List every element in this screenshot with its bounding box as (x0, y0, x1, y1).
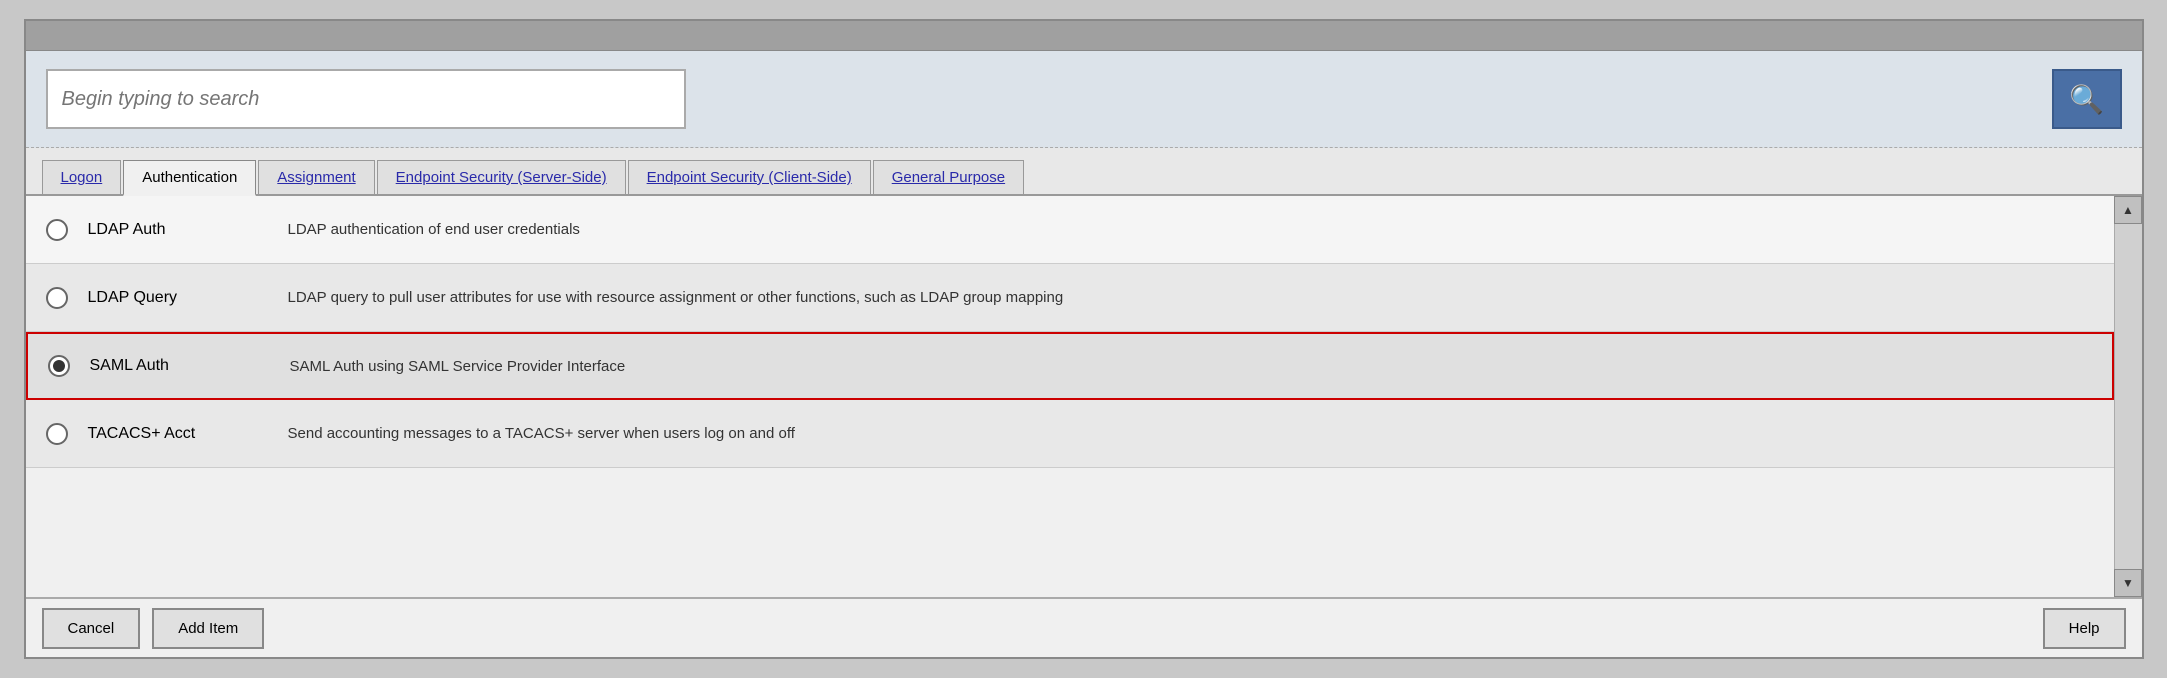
list-item-selected[interactable]: SAML Auth SAML Auth using SAML Service P… (26, 332, 2114, 400)
tab-logon[interactable]: Logon (42, 160, 122, 194)
footer: Cancel Add Item Help (26, 597, 2142, 657)
item-name-ldap-auth: LDAP Auth (88, 221, 288, 239)
add-item-button[interactable]: Add Item (152, 608, 264, 649)
cancel-button[interactable]: Cancel (42, 608, 141, 649)
item-desc-saml-auth: SAML Auth using SAML Service Provider In… (290, 358, 2092, 375)
help-button[interactable]: Help (2043, 608, 2126, 649)
tabs-area: Logon Authentication Assignment Endpoint… (26, 148, 2142, 196)
scrollbar: ▲ ▼ (2114, 196, 2142, 597)
item-desc-ldap-auth: LDAP authentication of end user credenti… (288, 221, 2094, 238)
search-input[interactable] (46, 69, 686, 129)
scroll-track[interactable] (2115, 224, 2142, 569)
tab-general-purpose[interactable]: General Purpose (873, 160, 1024, 194)
radio-tacacs-acct[interactable] (46, 423, 68, 445)
top-bar (26, 21, 2142, 51)
radio-ldap-auth[interactable] (46, 219, 68, 241)
tab-authentication[interactable]: Authentication (123, 160, 256, 196)
list-container: LDAP Auth LDAP authentication of end use… (26, 196, 2114, 597)
radio-ldap-query[interactable] (46, 287, 68, 309)
list-item[interactable]: LDAP Auth LDAP authentication of end use… (26, 196, 2114, 264)
radio-saml-auth[interactable] (48, 355, 70, 377)
search-area: 🔍 (26, 51, 2142, 148)
tab-assignment[interactable]: Assignment (258, 160, 374, 194)
item-name-saml-auth: SAML Auth (90, 357, 290, 375)
item-name-tacacs-acct: TACACS+ Acct (88, 425, 288, 443)
dialog: 🔍 Logon Authentication Assignment Endpoi… (24, 19, 2144, 659)
scroll-up-button[interactable]: ▲ (2114, 196, 2142, 224)
list-item[interactable]: TACACS+ Acct Send accounting messages to… (26, 400, 2114, 468)
item-name-ldap-query: LDAP Query (88, 289, 288, 307)
item-desc-ldap-query: LDAP query to pull user attributes for u… (288, 289, 2094, 306)
content-area: LDAP Auth LDAP authentication of end use… (26, 196, 2142, 597)
outer-container: 🔍 Logon Authentication Assignment Endpoi… (0, 0, 2167, 678)
tab-endpoint-server[interactable]: Endpoint Security (Server-Side) (377, 160, 626, 194)
tab-endpoint-client[interactable]: Endpoint Security (Client-Side) (628, 160, 871, 194)
list-item[interactable]: LDAP Query LDAP query to pull user attri… (26, 264, 2114, 332)
search-icon: 🔍 (2069, 83, 2104, 116)
item-desc-tacacs-acct: Send accounting messages to a TACACS+ se… (288, 425, 2094, 442)
scroll-down-button[interactable]: ▼ (2114, 569, 2142, 597)
search-button[interactable]: 🔍 (2052, 69, 2122, 129)
